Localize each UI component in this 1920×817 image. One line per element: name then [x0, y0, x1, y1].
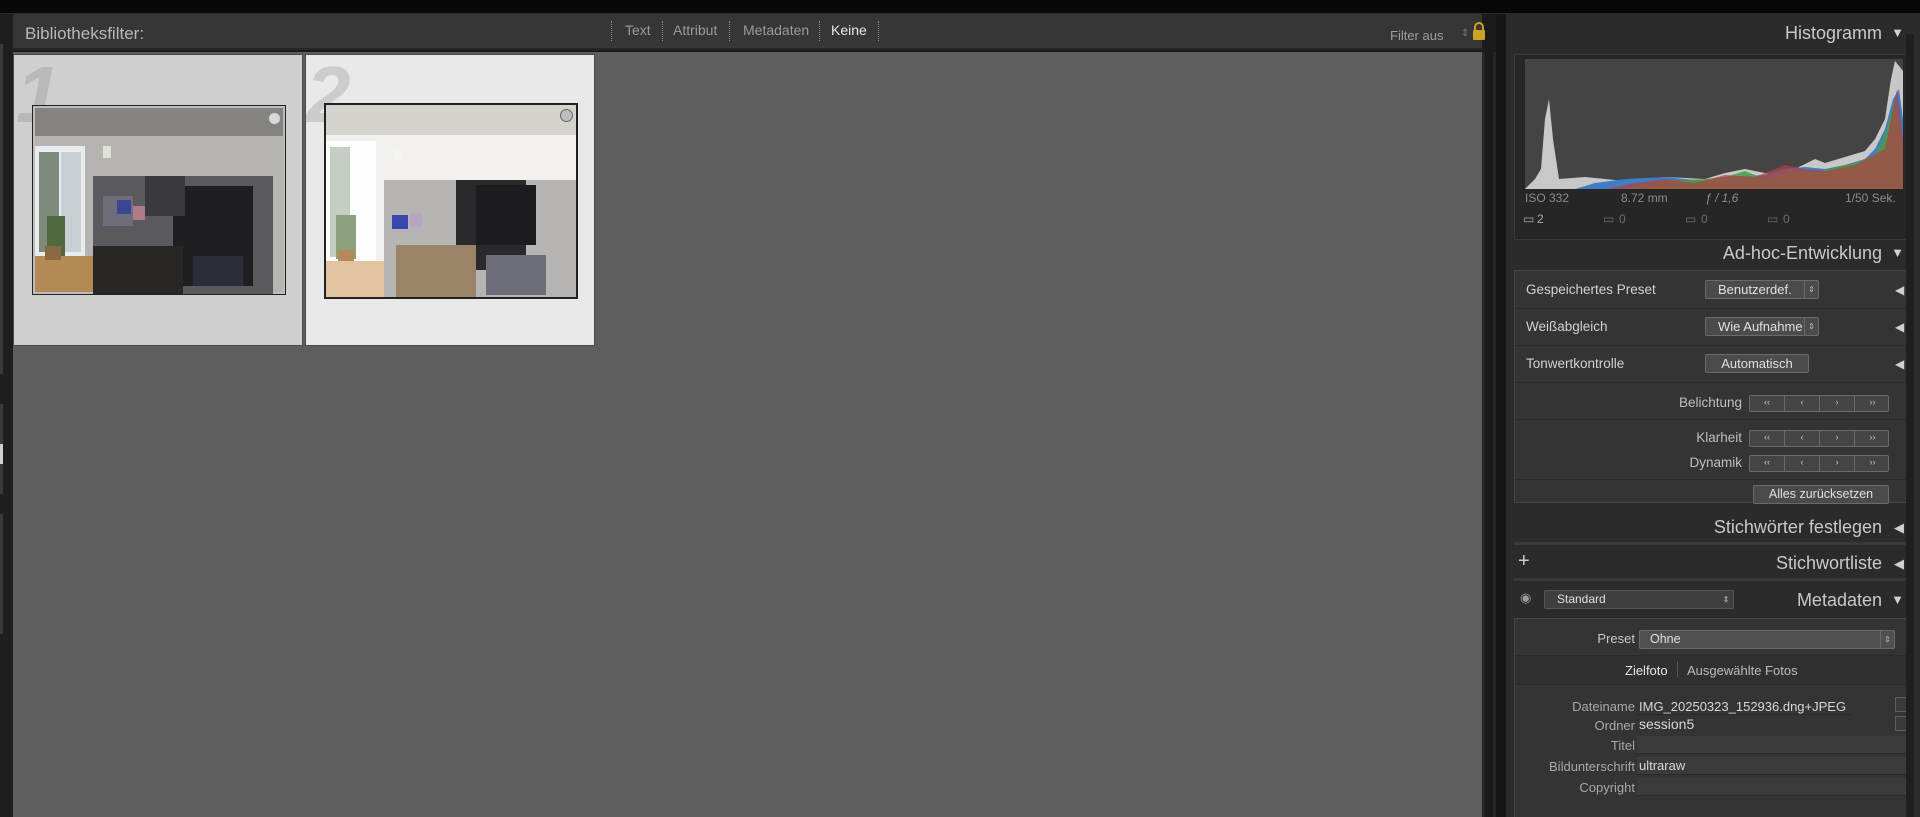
metadata-field-label: Bildunterschrift	[1549, 759, 1635, 774]
eye-icon[interactable]: ◉	[1520, 590, 1531, 606]
collapse-triangle-icon[interactable]: ▼	[1891, 25, 1904, 40]
dropdown-arrows-icon: ⇕	[1461, 28, 1470, 39]
caption-field[interactable]: ultraraw	[1637, 757, 1907, 775]
tone-control-label: Tonwertkontrolle	[1526, 356, 1625, 371]
keyword-list-panel-title[interactable]: Stichwortliste	[1776, 553, 1882, 574]
vibrance-stepper[interactable]: ‹‹ ‹ › ››	[1749, 455, 1889, 472]
hist-count-icon: ▭	[1685, 212, 1697, 226]
white-balance-label: Weißabgleich	[1526, 319, 1608, 334]
quick-develop-panel-title[interactable]: Ad-hoc-Entwicklung	[1723, 243, 1882, 264]
filter-bar-label: Bibliotheksfilter:	[25, 24, 145, 43]
right-panel-scrollbar[interactable]	[1906, 34, 1914, 817]
quick-collection-badge-icon[interactable]	[560, 109, 573, 122]
hist-aperture: ƒ / 1,6	[1705, 191, 1739, 205]
photo-grid[interactable]: 1 2	[13, 50, 1482, 817]
hist-photo-count: 2	[1537, 212, 1544, 226]
hist-count-icon: ▭	[1767, 212, 1779, 226]
metadata-box: Preset Ohne ⇕ Zielfoto Ausgewählte Fotos …	[1514, 618, 1912, 817]
hist-count: 0	[1701, 212, 1708, 226]
expand-triangle-icon[interactable]: ◀	[1894, 556, 1904, 572]
exposure-stepper[interactable]: ‹‹ ‹ › ››	[1749, 395, 1889, 412]
add-keyword-button[interactable]: +	[1518, 550, 1530, 573]
hist-photo-count-icon: ▭	[1523, 212, 1535, 226]
right-panel: Histogramm ▼ ISO 332 8.72 mm ƒ / 1,6 1/5…	[1506, 14, 1920, 817]
hist-shutter: 1/50 Sek.	[1845, 191, 1896, 205]
clarity-label: Klarheit	[1696, 430, 1742, 445]
saved-preset-label: Gespeichertes Preset	[1526, 282, 1656, 297]
keywording-panel-title[interactable]: Stichwörter festlegen	[1714, 517, 1882, 538]
metadata-field-label: Ordner	[1594, 718, 1635, 733]
grid-cell[interactable]: 1	[13, 50, 303, 346]
grid-scrollbar[interactable]	[1482, 52, 1496, 817]
metadata-view-select[interactable]: Standard ⇕	[1544, 590, 1734, 609]
expand-triangle-icon[interactable]: ◀	[1895, 283, 1904, 297]
window-top-strip	[0, 0, 1920, 14]
filename-value[interactable]: IMG_20250323_152936.dng+JPEG	[1639, 699, 1846, 714]
clarity-stepper[interactable]: ‹‹ ‹ › ››	[1749, 430, 1889, 447]
histogram-chart[interactable]	[1525, 59, 1903, 189]
filter-tab-metadata[interactable]: Metadaten	[743, 22, 809, 38]
left-panel-edge[interactable]	[0, 14, 13, 817]
grid-cell[interactable]: 2	[305, 50, 595, 346]
tab-target-photo[interactable]: Zielfoto	[1625, 663, 1668, 678]
tab-selected-photos[interactable]: Ausgewählte Fotos	[1687, 663, 1798, 678]
metadata-field-label: Titel	[1610, 738, 1635, 753]
metadata-field-label: Copyright	[1579, 780, 1635, 795]
quick-collection-badge-icon[interactable]	[268, 112, 281, 125]
metadata-preset-select[interactable]: Ohne ⇕	[1639, 630, 1895, 649]
reset-all-button[interactable]: Alles zurücksetzen	[1753, 485, 1889, 504]
saved-preset-select[interactable]: Benutzerdef. ⇕	[1705, 280, 1819, 299]
expand-triangle-icon[interactable]: ◀	[1895, 320, 1904, 334]
filter-tab-text[interactable]: Text	[625, 22, 651, 38]
lock-icon[interactable]	[1471, 21, 1487, 41]
title-field[interactable]	[1637, 736, 1907, 754]
metadata-field-label: Dateiname	[1572, 699, 1635, 714]
library-filter-bar: Bibliotheksfilter: Text Attribut Metadat…	[13, 14, 1485, 50]
vibrance-label: Dynamik	[1689, 455, 1742, 470]
photo-thumbnail[interactable]	[324, 103, 578, 299]
hist-iso: ISO 332	[1525, 191, 1570, 205]
histogram-box: ISO 332 8.72 mm ƒ / 1,6 1/50 Sek. ▭ 2 ▭ …	[1514, 54, 1912, 240]
quick-develop-box: Gespeichertes Preset Benutzerdef. ⇕ ◀ Wei…	[1514, 270, 1912, 504]
hist-count-icon: ▭	[1603, 212, 1615, 226]
collapse-triangle-icon[interactable]: ▼	[1891, 592, 1904, 607]
hist-count: 0	[1783, 212, 1790, 226]
filter-status-dropdown[interactable]: Filter aus	[1390, 28, 1443, 43]
histogram-panel-title[interactable]: Histogramm	[1785, 23, 1882, 44]
expand-triangle-icon[interactable]: ◀	[1894, 520, 1904, 536]
panel-separator	[1514, 542, 1912, 545]
hist-focal-length: 8.72 mm	[1621, 191, 1668, 205]
metadata-preset-label: Preset	[1597, 631, 1635, 646]
filter-tab-none[interactable]: Keine	[831, 22, 867, 38]
metadata-panel-title[interactable]: Metadaten	[1797, 590, 1882, 611]
auto-tone-button[interactable]: Automatisch	[1705, 354, 1809, 373]
filter-tab-attribute[interactable]: Attribut	[673, 22, 717, 38]
hist-count: 0	[1619, 212, 1626, 226]
folder-value[interactable]: session5	[1639, 716, 1694, 732]
panel-separator	[1514, 578, 1912, 581]
panel-divider	[1496, 14, 1506, 817]
white-balance-select[interactable]: Wie Aufnahme ⇕	[1705, 317, 1819, 336]
collapse-triangle-icon[interactable]: ▼	[1891, 245, 1904, 260]
photo-thumbnail[interactable]	[32, 105, 286, 295]
copyright-field[interactable]	[1637, 778, 1907, 796]
expand-triangle-icon[interactable]: ◀	[1895, 357, 1904, 371]
exposure-label: Belichtung	[1678, 395, 1742, 410]
